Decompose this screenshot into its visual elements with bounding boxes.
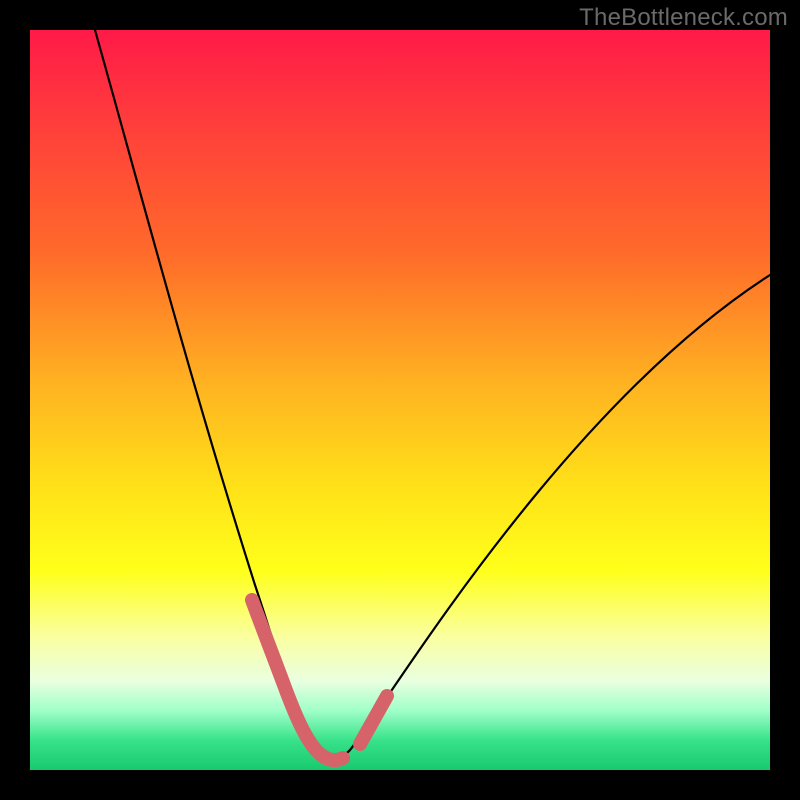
highlight-right-segment bbox=[360, 696, 387, 744]
chart-frame: TheBottleneck.com bbox=[0, 0, 800, 800]
attribution-text: TheBottleneck.com bbox=[579, 4, 788, 32]
bottleneck-curve bbox=[95, 30, 770, 758]
chart-plot-area bbox=[30, 30, 770, 770]
highlight-left-segment bbox=[252, 600, 343, 760]
